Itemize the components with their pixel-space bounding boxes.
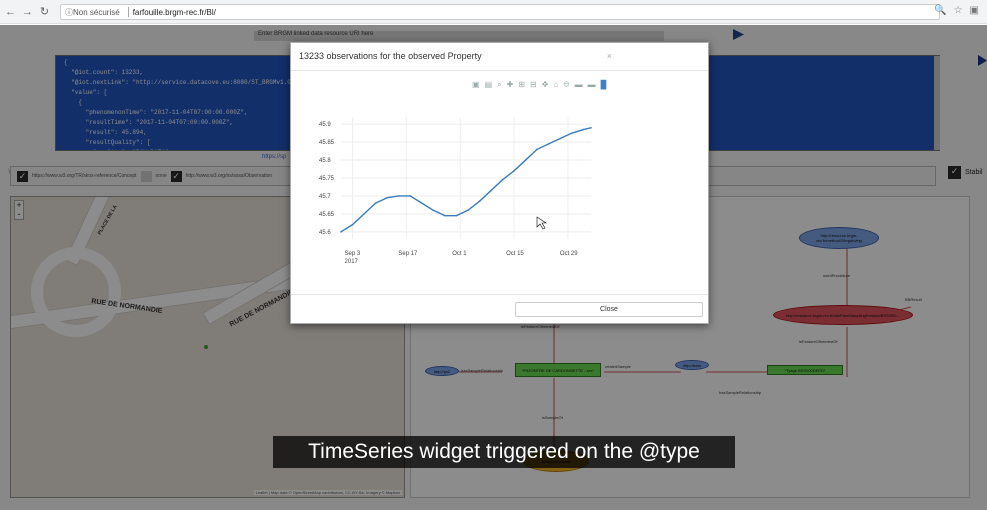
zoom-icon[interactable]: ⌕ [497, 80, 501, 90]
data-point [524, 159, 527, 161]
modal-title: 13233 observations for the observed Prop… [299, 51, 482, 61]
data-point [351, 223, 354, 226]
data-point [409, 195, 412, 197]
hover-closest-icon[interactable]: ▬ [575, 80, 583, 90]
url-text: farfouille.brgm-rec.fr/Bl/ [132, 7, 216, 17]
data-point [467, 209, 469, 212]
arrow-left-icon[interactable]: ← [4, 5, 17, 18]
hover-compare-icon[interactable]: ▬ [588, 80, 596, 90]
x-tick-label: Oct 29 [560, 251, 578, 257]
y-tick-label: 45.65 [319, 212, 335, 218]
data-point [340, 231, 342, 233]
x-tick-label: Sep 17 [398, 251, 418, 257]
data-point [420, 202, 423, 204]
data-point [513, 170, 515, 172]
close-icon[interactable]: × [607, 51, 612, 61]
spike-icon[interactable]: ⎊ [563, 80, 569, 90]
data-point [363, 213, 365, 215]
data-point [582, 128, 585, 131]
plot-modebar: ▣ ▤ ⌕ ✚ ⊞ ⊟ ✥ ⌂ ⎊ ▬ ▬ █ [472, 80, 606, 90]
autoscale-icon[interactable]: ✥ [542, 80, 549, 90]
camera-icon[interactable]: ▣ [472, 80, 480, 90]
x-tick-label: Oct 1 [452, 251, 467, 257]
modal-header: 13233 observations for the observed Prop… [291, 43, 708, 71]
data-point [547, 143, 550, 145]
timeseries-plot[interactable]: 45.6 45.65 45.7 45.75 45.8 45.85 45.9 Sep 3 2017… [291, 99, 710, 319]
reload-icon[interactable]: ↻ [38, 5, 51, 18]
data-point [455, 214, 458, 217]
data-point [590, 126, 592, 129]
save-icon[interactable]: ▤ [485, 80, 493, 90]
pan-icon[interactable]: ✚ [507, 80, 514, 90]
data-point [570, 132, 573, 134]
data-point [444, 214, 446, 217]
security-label: Non sécurisé [73, 7, 120, 17]
divider [127, 7, 129, 17]
browser-icons: 🔍 ☆ ▣ [934, 5, 979, 16]
data-point [478, 200, 481, 203]
y-tick-label: 45.8 [319, 158, 331, 164]
extension-icon[interactable]: ▣ [970, 5, 979, 16]
plotly-logo-icon[interactable]: █ [601, 80, 607, 90]
info-icon: ⓘ [65, 7, 73, 17]
close-button[interactable]: Close [515, 302, 703, 317]
zoom-icon[interactable]: 🔍 [934, 5, 946, 16]
browser-toolbar: ← → ↻ ⓘ Non sécurisé farfouille.brgm-rec… [0, 0, 987, 24]
data-point [397, 195, 400, 197]
arrow-right-icon[interactable]: → [21, 5, 34, 18]
reset-icon[interactable]: ⌂ [553, 80, 558, 90]
data-point [501, 178, 504, 181]
data-point [559, 137, 562, 140]
data-point [536, 148, 538, 151]
series-line [340, 127, 592, 233]
x-tick-label: Sep 3 [345, 251, 361, 257]
zoom-out-icon[interactable]: ⊟ [530, 80, 537, 90]
x-tick-label: Oct 15 [506, 251, 524, 257]
cursor-icon [536, 216, 547, 230]
zoom-in-icon[interactable]: ⊞ [518, 80, 525, 90]
y-tick-label: 45.6 [319, 230, 331, 236]
data-point [490, 189, 492, 192]
y-tick-label: 45.7 [319, 194, 331, 200]
video-caption: TimeSeries widget triggered on the @type [273, 436, 735, 468]
y-tick-label: 45.85 [319, 140, 335, 146]
data-point [374, 202, 377, 204]
x-tick-label: 2017 [345, 259, 359, 265]
data-point [432, 209, 435, 212]
address-bar[interactable]: ⓘ Non sécurisé farfouille.brgm-rec.fr/Bl… [60, 4, 940, 20]
y-tick-label: 45.9 [319, 122, 331, 128]
timeseries-modal: 13233 observations for the observed Prop… [290, 42, 709, 324]
data-point [386, 196, 388, 199]
y-tick-label: 45.75 [319, 176, 335, 182]
star-icon[interactable]: ☆ [954, 5, 963, 16]
